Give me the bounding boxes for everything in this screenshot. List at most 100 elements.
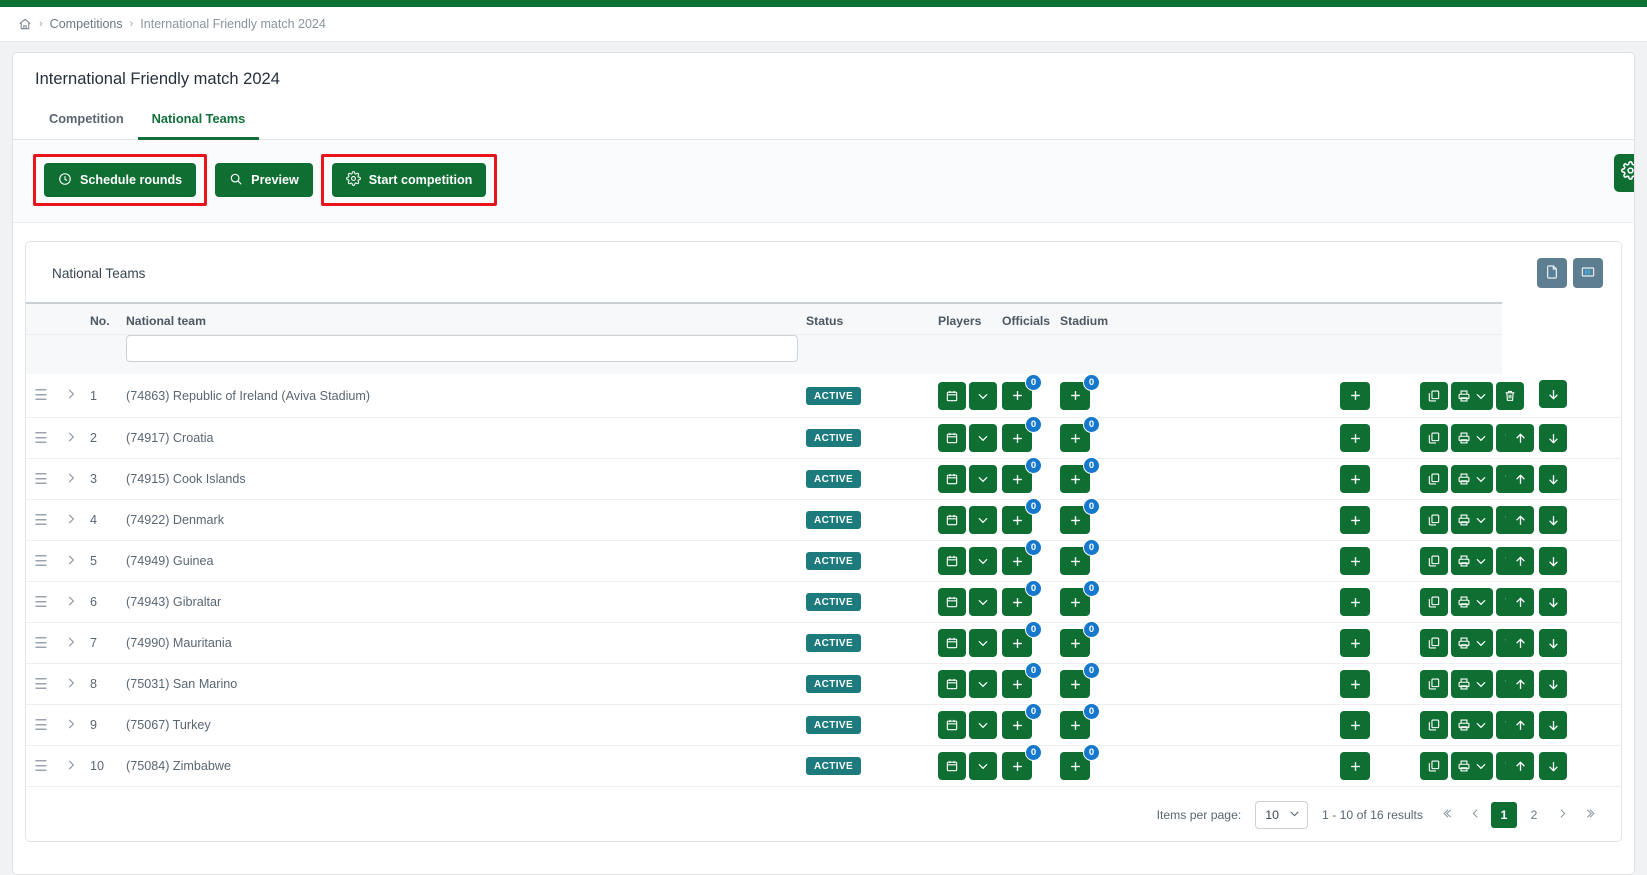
- row-calendar-button[interactable]: [938, 670, 966, 698]
- move-down-button[interactable]: [1539, 670, 1567, 698]
- chevron-right-icon[interactable]: [64, 679, 78, 693]
- add-stadium-button[interactable]: [1340, 629, 1370, 657]
- row-calendar-dropdown-button[interactable]: [969, 629, 997, 657]
- add-stadium-button[interactable]: [1340, 424, 1370, 452]
- national-team-filter-input[interactable]: [126, 335, 798, 362]
- chevron-right-icon[interactable]: [64, 433, 78, 447]
- items-per-page-select[interactable]: 10: [1255, 801, 1308, 829]
- row-calendar-button[interactable]: [938, 547, 966, 575]
- print-split-button[interactable]: [1451, 465, 1493, 493]
- preview-button[interactable]: Preview: [215, 163, 313, 197]
- duplicate-button[interactable]: [1420, 670, 1448, 698]
- drag-handle-icon[interactable]: ☰: [34, 758, 47, 775]
- row-calendar-dropdown-button[interactable]: [969, 506, 997, 534]
- move-up-button[interactable]: [1506, 670, 1534, 698]
- duplicate-button[interactable]: [1420, 424, 1448, 452]
- chevron-right-icon[interactable]: [64, 761, 78, 775]
- row-calendar-button[interactable]: [938, 506, 966, 534]
- print-split-button[interactable]: [1451, 547, 1493, 575]
- print-split-button[interactable]: [1451, 424, 1493, 452]
- row-calendar-button[interactable]: [938, 711, 966, 739]
- move-down-button[interactable]: [1539, 752, 1567, 780]
- add-stadium-button[interactable]: [1340, 382, 1370, 410]
- drag-handle-icon[interactable]: ☰: [34, 717, 47, 734]
- chevron-right-icon[interactable]: [64, 474, 78, 488]
- chevron-right-icon[interactable]: [64, 390, 78, 404]
- print-split-button[interactable]: [1451, 670, 1493, 698]
- print-split-button[interactable]: [1451, 752, 1493, 780]
- row-calendar-dropdown-button[interactable]: [969, 547, 997, 575]
- add-stadium-button[interactable]: [1340, 670, 1370, 698]
- duplicate-button[interactable]: [1420, 506, 1448, 534]
- move-down-button[interactable]: [1539, 506, 1567, 534]
- row-calendar-dropdown-button[interactable]: [969, 588, 997, 616]
- row-calendar-dropdown-button[interactable]: [969, 670, 997, 698]
- print-split-button[interactable]: [1451, 588, 1493, 616]
- move-down-button[interactable]: [1539, 380, 1567, 408]
- chevron-right-icon[interactable]: [64, 720, 78, 734]
- drag-handle-icon[interactable]: ☰: [34, 594, 47, 611]
- move-down-button[interactable]: [1539, 424, 1567, 452]
- page-button-2[interactable]: 2: [1521, 802, 1547, 828]
- drag-handle-icon[interactable]: ☰: [34, 676, 47, 693]
- chevron-right-icon[interactable]: [64, 515, 78, 529]
- start-competition-button[interactable]: Start competition: [332, 163, 487, 197]
- move-up-button[interactable]: [1506, 711, 1534, 739]
- move-up-button[interactable]: [1506, 424, 1534, 452]
- drag-handle-icon[interactable]: ☰: [34, 430, 47, 447]
- add-stadium-button[interactable]: [1340, 752, 1370, 780]
- columns-settings-button[interactable]: [1573, 258, 1603, 288]
- move-down-button[interactable]: [1539, 547, 1567, 575]
- drag-handle-icon[interactable]: ☰: [34, 387, 47, 404]
- move-down-button[interactable]: [1539, 588, 1567, 616]
- move-down-button[interactable]: [1539, 629, 1567, 657]
- chevron-right-icon[interactable]: [64, 556, 78, 570]
- drag-handle-icon[interactable]: ☰: [34, 553, 47, 570]
- duplicate-button[interactable]: [1420, 752, 1448, 780]
- row-calendar-dropdown-button[interactable]: [969, 382, 997, 410]
- row-calendar-button[interactable]: [938, 424, 966, 452]
- row-calendar-button[interactable]: [938, 629, 966, 657]
- duplicate-button[interactable]: [1420, 588, 1448, 616]
- row-calendar-button[interactable]: [938, 752, 966, 780]
- first-page-button[interactable]: [1437, 807, 1460, 823]
- move-up-button[interactable]: [1506, 588, 1534, 616]
- move-up-button[interactable]: [1506, 629, 1534, 657]
- row-calendar-dropdown-button[interactable]: [969, 752, 997, 780]
- row-calendar-button[interactable]: [938, 588, 966, 616]
- settings-side-tab[interactable]: [1614, 154, 1635, 192]
- add-stadium-button[interactable]: [1340, 588, 1370, 616]
- move-down-button[interactable]: [1539, 465, 1567, 493]
- chevron-right-icon[interactable]: [64, 597, 78, 611]
- duplicate-button[interactable]: [1420, 629, 1448, 657]
- move-up-button[interactable]: [1506, 465, 1534, 493]
- breadcrumb-item-competitions[interactable]: Competitions: [50, 17, 123, 31]
- duplicate-button[interactable]: [1420, 547, 1448, 575]
- schedule-rounds-button[interactable]: Schedule rounds: [44, 163, 196, 197]
- move-up-button[interactable]: [1506, 752, 1534, 780]
- add-stadium-button[interactable]: [1340, 711, 1370, 739]
- print-split-button[interactable]: [1451, 711, 1493, 739]
- row-calendar-dropdown-button[interactable]: [969, 424, 997, 452]
- row-calendar-button[interactable]: [938, 382, 966, 410]
- move-down-button[interactable]: [1539, 711, 1567, 739]
- prev-page-button[interactable]: [1464, 807, 1487, 823]
- home-icon[interactable]: [18, 17, 32, 31]
- add-stadium-button[interactable]: [1340, 547, 1370, 575]
- add-stadium-button[interactable]: [1340, 465, 1370, 493]
- duplicate-button[interactable]: [1420, 465, 1448, 493]
- move-up-button[interactable]: [1506, 506, 1534, 534]
- drag-handle-icon[interactable]: ☰: [34, 471, 47, 488]
- next-page-button[interactable]: [1551, 807, 1574, 823]
- excel-export-button[interactable]: x: [1537, 258, 1567, 288]
- add-stadium-button[interactable]: [1340, 506, 1370, 534]
- duplicate-button[interactable]: [1420, 382, 1448, 410]
- tab-competition[interactable]: Competition: [35, 103, 138, 140]
- duplicate-button[interactable]: [1420, 711, 1448, 739]
- drag-handle-icon[interactable]: ☰: [34, 512, 47, 529]
- tab-national-teams[interactable]: National Teams: [138, 103, 260, 140]
- print-split-button[interactable]: [1451, 629, 1493, 657]
- chevron-right-icon[interactable]: [64, 638, 78, 652]
- print-split-button[interactable]: [1451, 506, 1493, 534]
- row-calendar-button[interactable]: [938, 465, 966, 493]
